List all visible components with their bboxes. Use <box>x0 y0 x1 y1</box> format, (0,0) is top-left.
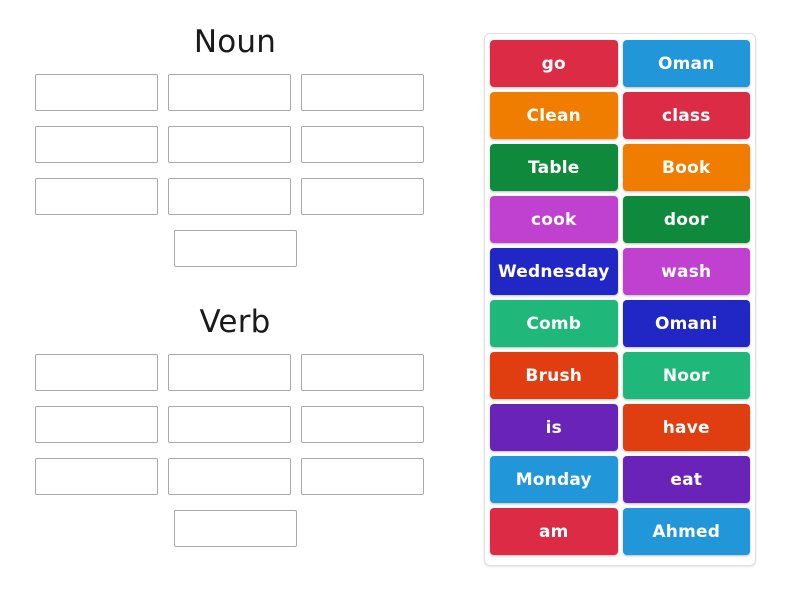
word-tile[interactable]: class <box>622 92 750 139</box>
dropzone-noun-3[interactable] <box>301 74 424 111</box>
dropzone-verb-3[interactable] <box>301 354 424 391</box>
word-tile[interactable]: Omani <box>622 300 750 347</box>
word-tile[interactable]: Oman <box>622 40 750 87</box>
word-tile[interactable]: door <box>622 196 750 243</box>
dropzone-row <box>35 354 435 391</box>
dropzone-row <box>35 406 435 443</box>
dropzone-verb-6[interactable] <box>301 406 424 443</box>
word-tile[interactable]: go <box>490 40 618 87</box>
word-tile[interactable]: Noor <box>622 352 750 399</box>
word-tile[interactable]: Table <box>490 144 618 191</box>
word-tile[interactable]: am <box>490 508 618 555</box>
category-noun-title: Noun <box>193 24 277 60</box>
dropzone-noun-5[interactable] <box>168 126 291 163</box>
category-noun: Noun <box>0 22 470 282</box>
dropzone-verb-2[interactable] <box>168 354 291 391</box>
dropzone-row <box>35 178 435 215</box>
dropzone-noun-6[interactable] <box>301 126 424 163</box>
dropzone-verb-1[interactable] <box>35 354 158 391</box>
dropzone-noun-2[interactable] <box>168 74 291 111</box>
word-tile[interactable]: have <box>622 404 750 451</box>
category-verb: Verb <box>0 302 470 562</box>
dropzone-noun-8[interactable] <box>168 178 291 215</box>
dropzone-row <box>35 230 435 267</box>
dropzone-row <box>35 126 435 163</box>
dropzone-verb-9[interactable] <box>301 458 424 495</box>
word-tile[interactable]: Book <box>622 144 750 191</box>
word-tile[interactable]: Brush <box>490 352 618 399</box>
dropzone-verb-10[interactable] <box>173 510 297 547</box>
word-tile[interactable]: wash <box>622 248 750 295</box>
word-tile[interactable]: Ahmed <box>622 508 750 555</box>
word-tile-tray: go Oman Clean class Table Book cook door… <box>484 33 756 566</box>
word-tile[interactable]: cook <box>490 196 618 243</box>
dropzone-row <box>35 458 435 495</box>
category-verb-dropzones <box>35 354 435 547</box>
word-tile[interactable]: Clean <box>490 92 618 139</box>
activity-canvas: Noun Verb go Oman Clean class Table Book… <box>0 0 800 600</box>
dropzone-verb-4[interactable] <box>35 406 158 443</box>
word-tile[interactable]: Comb <box>490 300 618 347</box>
word-tile-grid: go Oman Clean class Table Book cook door… <box>490 40 750 555</box>
word-tile[interactable]: Monday <box>490 456 618 503</box>
dropzone-verb-8[interactable] <box>168 458 291 495</box>
dropzone-noun-1[interactable] <box>35 74 158 111</box>
word-tile[interactable]: is <box>490 404 618 451</box>
category-verb-title: Verb <box>199 304 271 340</box>
word-tile[interactable]: eat <box>622 456 750 503</box>
dropzone-noun-4[interactable] <box>35 126 158 163</box>
dropzone-row <box>35 74 435 111</box>
dropzone-noun-9[interactable] <box>301 178 424 215</box>
dropzone-noun-10[interactable] <box>173 230 297 267</box>
word-tile[interactable]: Wednesday <box>490 248 618 295</box>
dropzone-verb-7[interactable] <box>35 458 158 495</box>
dropzone-row <box>35 510 435 547</box>
dropzone-noun-7[interactable] <box>35 178 158 215</box>
category-noun-dropzones <box>35 74 435 267</box>
dropzone-verb-5[interactable] <box>168 406 291 443</box>
